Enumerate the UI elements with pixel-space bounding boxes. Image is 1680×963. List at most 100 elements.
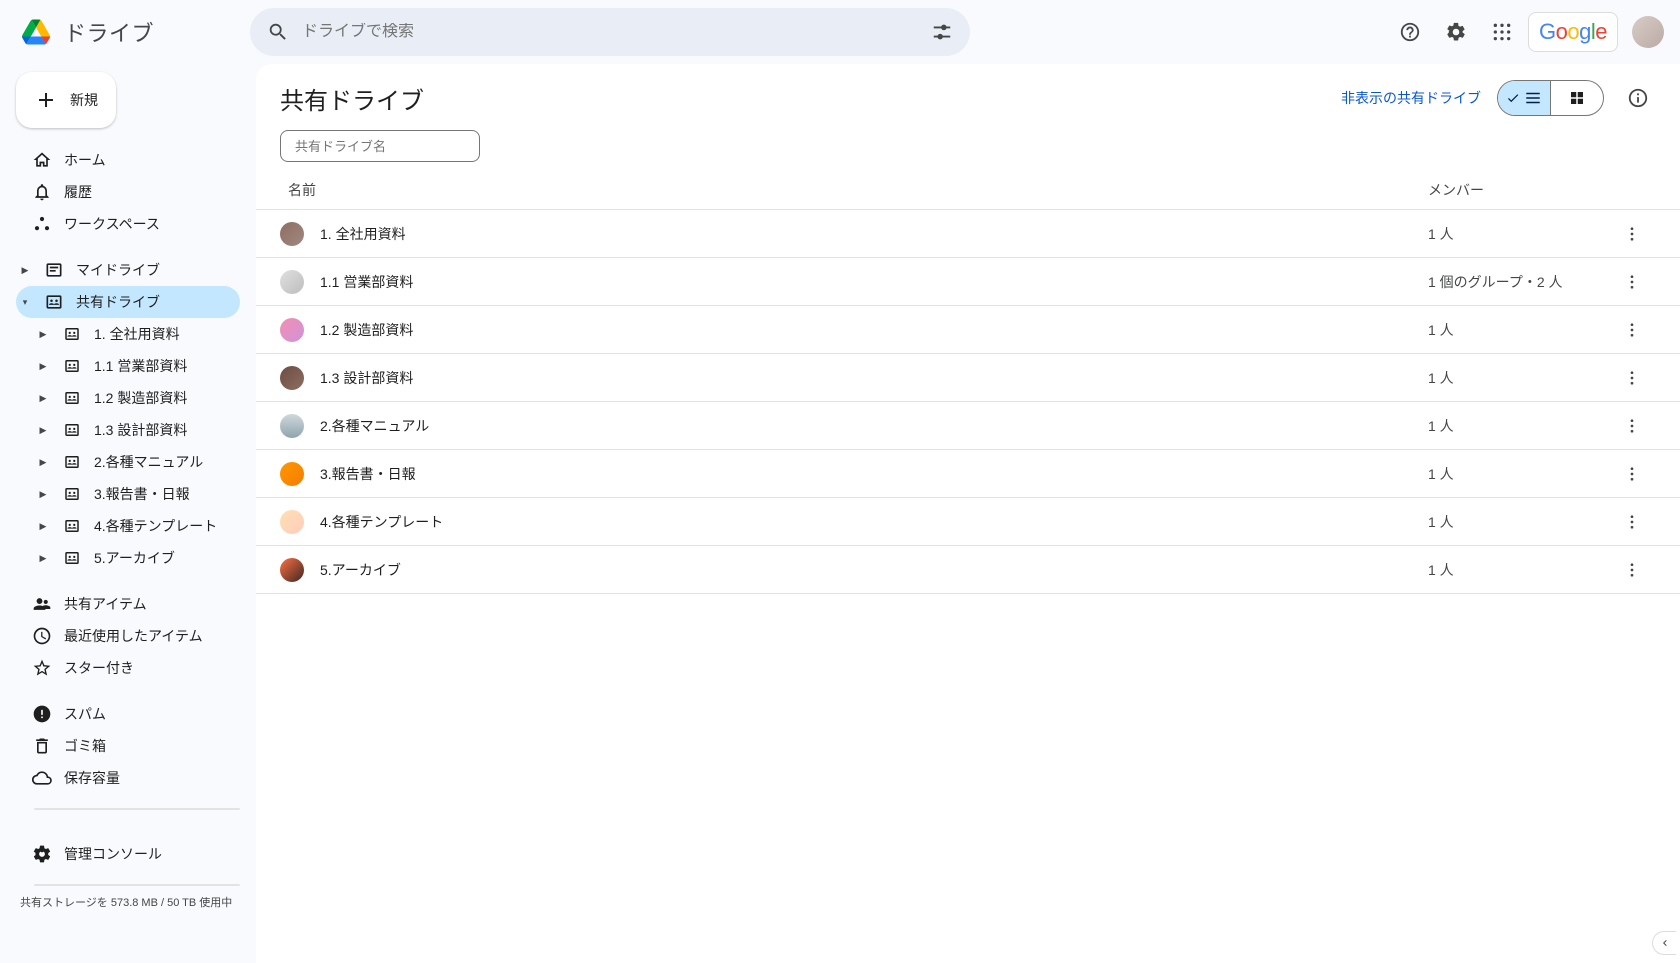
sidebar-item-trash[interactable]: ゴミ箱 — [16, 730, 240, 762]
sidebar-item-home[interactable]: ホーム — [16, 144, 240, 176]
sidebar-item-label: 1.1 営業部資料 — [94, 356, 187, 376]
sidebar-item-admin[interactable]: 管理コンソール — [16, 838, 240, 870]
sidebar-item-mydrive[interactable]: ▶ マイドライブ — [16, 254, 240, 286]
sidebar-item-storage[interactable]: 保存容量 — [16, 762, 240, 794]
search-icon[interactable] — [258, 12, 298, 52]
divider — [34, 808, 240, 810]
more-button[interactable] — [1616, 314, 1648, 346]
mydrive-icon — [44, 260, 64, 280]
sidebar-item-shareddrive-child[interactable]: ▶ 1.2 製造部資料 — [16, 382, 240, 414]
sidebar-item-spam[interactable]: スパム — [16, 698, 240, 730]
filter-input[interactable] — [295, 139, 471, 154]
table-row[interactable]: 2.各種マニュアル 1 人 — [256, 402, 1680, 450]
drive-name: 1.3 設計部資料 — [320, 368, 413, 388]
table-row[interactable]: 5.アーカイブ 1 人 — [256, 546, 1680, 594]
workspaces-icon — [32, 214, 52, 234]
star-icon — [32, 658, 52, 678]
sidebar-item-shareddrive-child[interactable]: ▶ 2.各種マニュアル — [16, 446, 240, 478]
bell-icon — [32, 182, 52, 202]
sidebar-item-workspaces[interactable]: ワークスペース — [16, 208, 240, 240]
sidebar-item-recent[interactable]: 最近使用したアイテム — [16, 620, 240, 652]
sidebar-item-label: 2.各種マニュアル — [94, 452, 203, 472]
table-row[interactable]: 1.1 営業部資料 1 個のグループ・2 人 — [256, 258, 1680, 306]
drive-thumbnail — [280, 318, 304, 342]
table-row[interactable]: 1. 全社用資料 1 人 — [256, 210, 1680, 258]
drive-thumbnail — [280, 414, 304, 438]
sidebar-item-label: 3.報告書・日報 — [94, 484, 190, 504]
sidebar-item-shareddrive-child[interactable]: ▶ 1. 全社用資料 — [16, 318, 240, 350]
header: ドライブ Google — [0, 0, 1680, 64]
collapse-sidepanel-button[interactable] — [1652, 931, 1676, 955]
google-logo[interactable]: Google — [1528, 12, 1618, 52]
divider — [34, 884, 240, 886]
more-button[interactable] — [1616, 554, 1648, 586]
shareddrive-icon — [62, 356, 82, 376]
sidebar-item-shareddrive-child[interactable]: ▶ 5.アーカイブ — [16, 542, 240, 574]
table-row[interactable]: 4.各種テンプレート 1 人 — [256, 498, 1680, 546]
search-bar[interactable] — [250, 8, 970, 56]
view-grid-button[interactable] — [1551, 81, 1603, 115]
more-button[interactable] — [1616, 362, 1648, 394]
table-row[interactable]: 1.2 製造部資料 1 人 — [256, 306, 1680, 354]
sidebar-item-shareddrive-child[interactable]: ▶ 1.1 営業部資料 — [16, 350, 240, 382]
settings-icon[interactable] — [1436, 12, 1476, 52]
table-row[interactable]: 1.3 設計部資料 1 人 — [256, 354, 1680, 402]
drive-name: 5.アーカイブ — [320, 560, 401, 580]
search-options-icon[interactable] — [922, 12, 962, 52]
shareddrive-icon — [62, 548, 82, 568]
drive-name: 3.報告書・日報 — [320, 464, 416, 484]
drive-name: 1.1 営業部資料 — [320, 272, 413, 292]
sidebar-item-shareddrive-child[interactable]: ▶ 4.各種テンプレート — [16, 510, 240, 542]
sidebar-item-starred[interactable]: スター付き — [16, 652, 240, 684]
apps-icon[interactable] — [1482, 12, 1522, 52]
search-input[interactable] — [298, 23, 922, 41]
drive-logo-icon — [16, 12, 56, 52]
table-header: 名前 メンバー — [256, 170, 1680, 210]
drive-thumbnail — [280, 366, 304, 390]
cloud-icon — [32, 768, 52, 788]
app-name: ドライブ — [64, 16, 154, 48]
user-avatar[interactable] — [1632, 16, 1664, 48]
column-name[interactable]: 名前 — [280, 180, 1428, 200]
more-button[interactable] — [1616, 506, 1648, 538]
sidebar-item-shareddrive-child[interactable]: ▶ 1.3 設計部資料 — [16, 414, 240, 446]
drive-name: 4.各種テンプレート — [320, 512, 443, 532]
more-button[interactable] — [1616, 266, 1648, 298]
hidden-drives-link[interactable]: 非表示の共有ドライブ — [1341, 88, 1481, 108]
logo-area[interactable]: ドライブ — [16, 12, 250, 52]
shareddrives-icon — [44, 292, 64, 312]
members-cell: 1 人 — [1428, 320, 1608, 340]
sidebar-item-sharedwithme[interactable]: 共有アイテム — [16, 588, 240, 620]
people-icon — [32, 594, 52, 614]
view-list-button[interactable] — [1498, 81, 1550, 115]
members-cell: 1 人 — [1428, 224, 1608, 244]
drive-thumbnail — [280, 510, 304, 534]
more-button[interactable] — [1616, 410, 1648, 442]
column-members: メンバー — [1428, 180, 1608, 200]
sidebar-item-shareddrives[interactable]: ▾ 共有ドライブ — [16, 286, 240, 318]
more-button[interactable] — [1616, 218, 1648, 250]
sidebar-item-shareddrive-child[interactable]: ▶ 3.報告書・日報 — [16, 478, 240, 510]
table-row[interactable]: 3.報告書・日報 1 人 — [256, 450, 1680, 498]
chevron-right-icon: ▶ — [36, 489, 50, 500]
chevron-right-icon: ▶ — [18, 265, 32, 276]
drive-thumbnail — [280, 462, 304, 486]
more-button[interactable] — [1616, 458, 1648, 490]
sidebar-item-activity[interactable]: 履歴 — [16, 176, 240, 208]
chevron-right-icon: ▶ — [36, 393, 50, 404]
sidebar: 新規 ホーム 履歴 ワークスペース ▶ マイドライブ ▾ — [0, 64, 256, 963]
sidebar-item-label: 1.2 製造部資料 — [94, 388, 187, 408]
drive-name: 2.各種マニュアル — [320, 416, 429, 436]
chevron-right-icon: ▶ — [36, 457, 50, 468]
storage-text: 共有ストレージを 573.8 MB / 50 TB 使用中 — [16, 892, 240, 911]
info-icon[interactable] — [1620, 80, 1656, 116]
help-icon[interactable] — [1390, 12, 1430, 52]
view-toggle — [1497, 80, 1604, 116]
filter-input-container[interactable] — [280, 130, 480, 162]
members-cell: 1 個のグループ・2 人 — [1428, 272, 1608, 292]
drive-thumbnail — [280, 270, 304, 294]
chevron-right-icon: ▶ — [36, 425, 50, 436]
new-button[interactable]: 新規 — [16, 72, 116, 128]
page-title: 共有ドライブ — [280, 81, 424, 116]
new-button-label: 新規 — [70, 90, 98, 110]
